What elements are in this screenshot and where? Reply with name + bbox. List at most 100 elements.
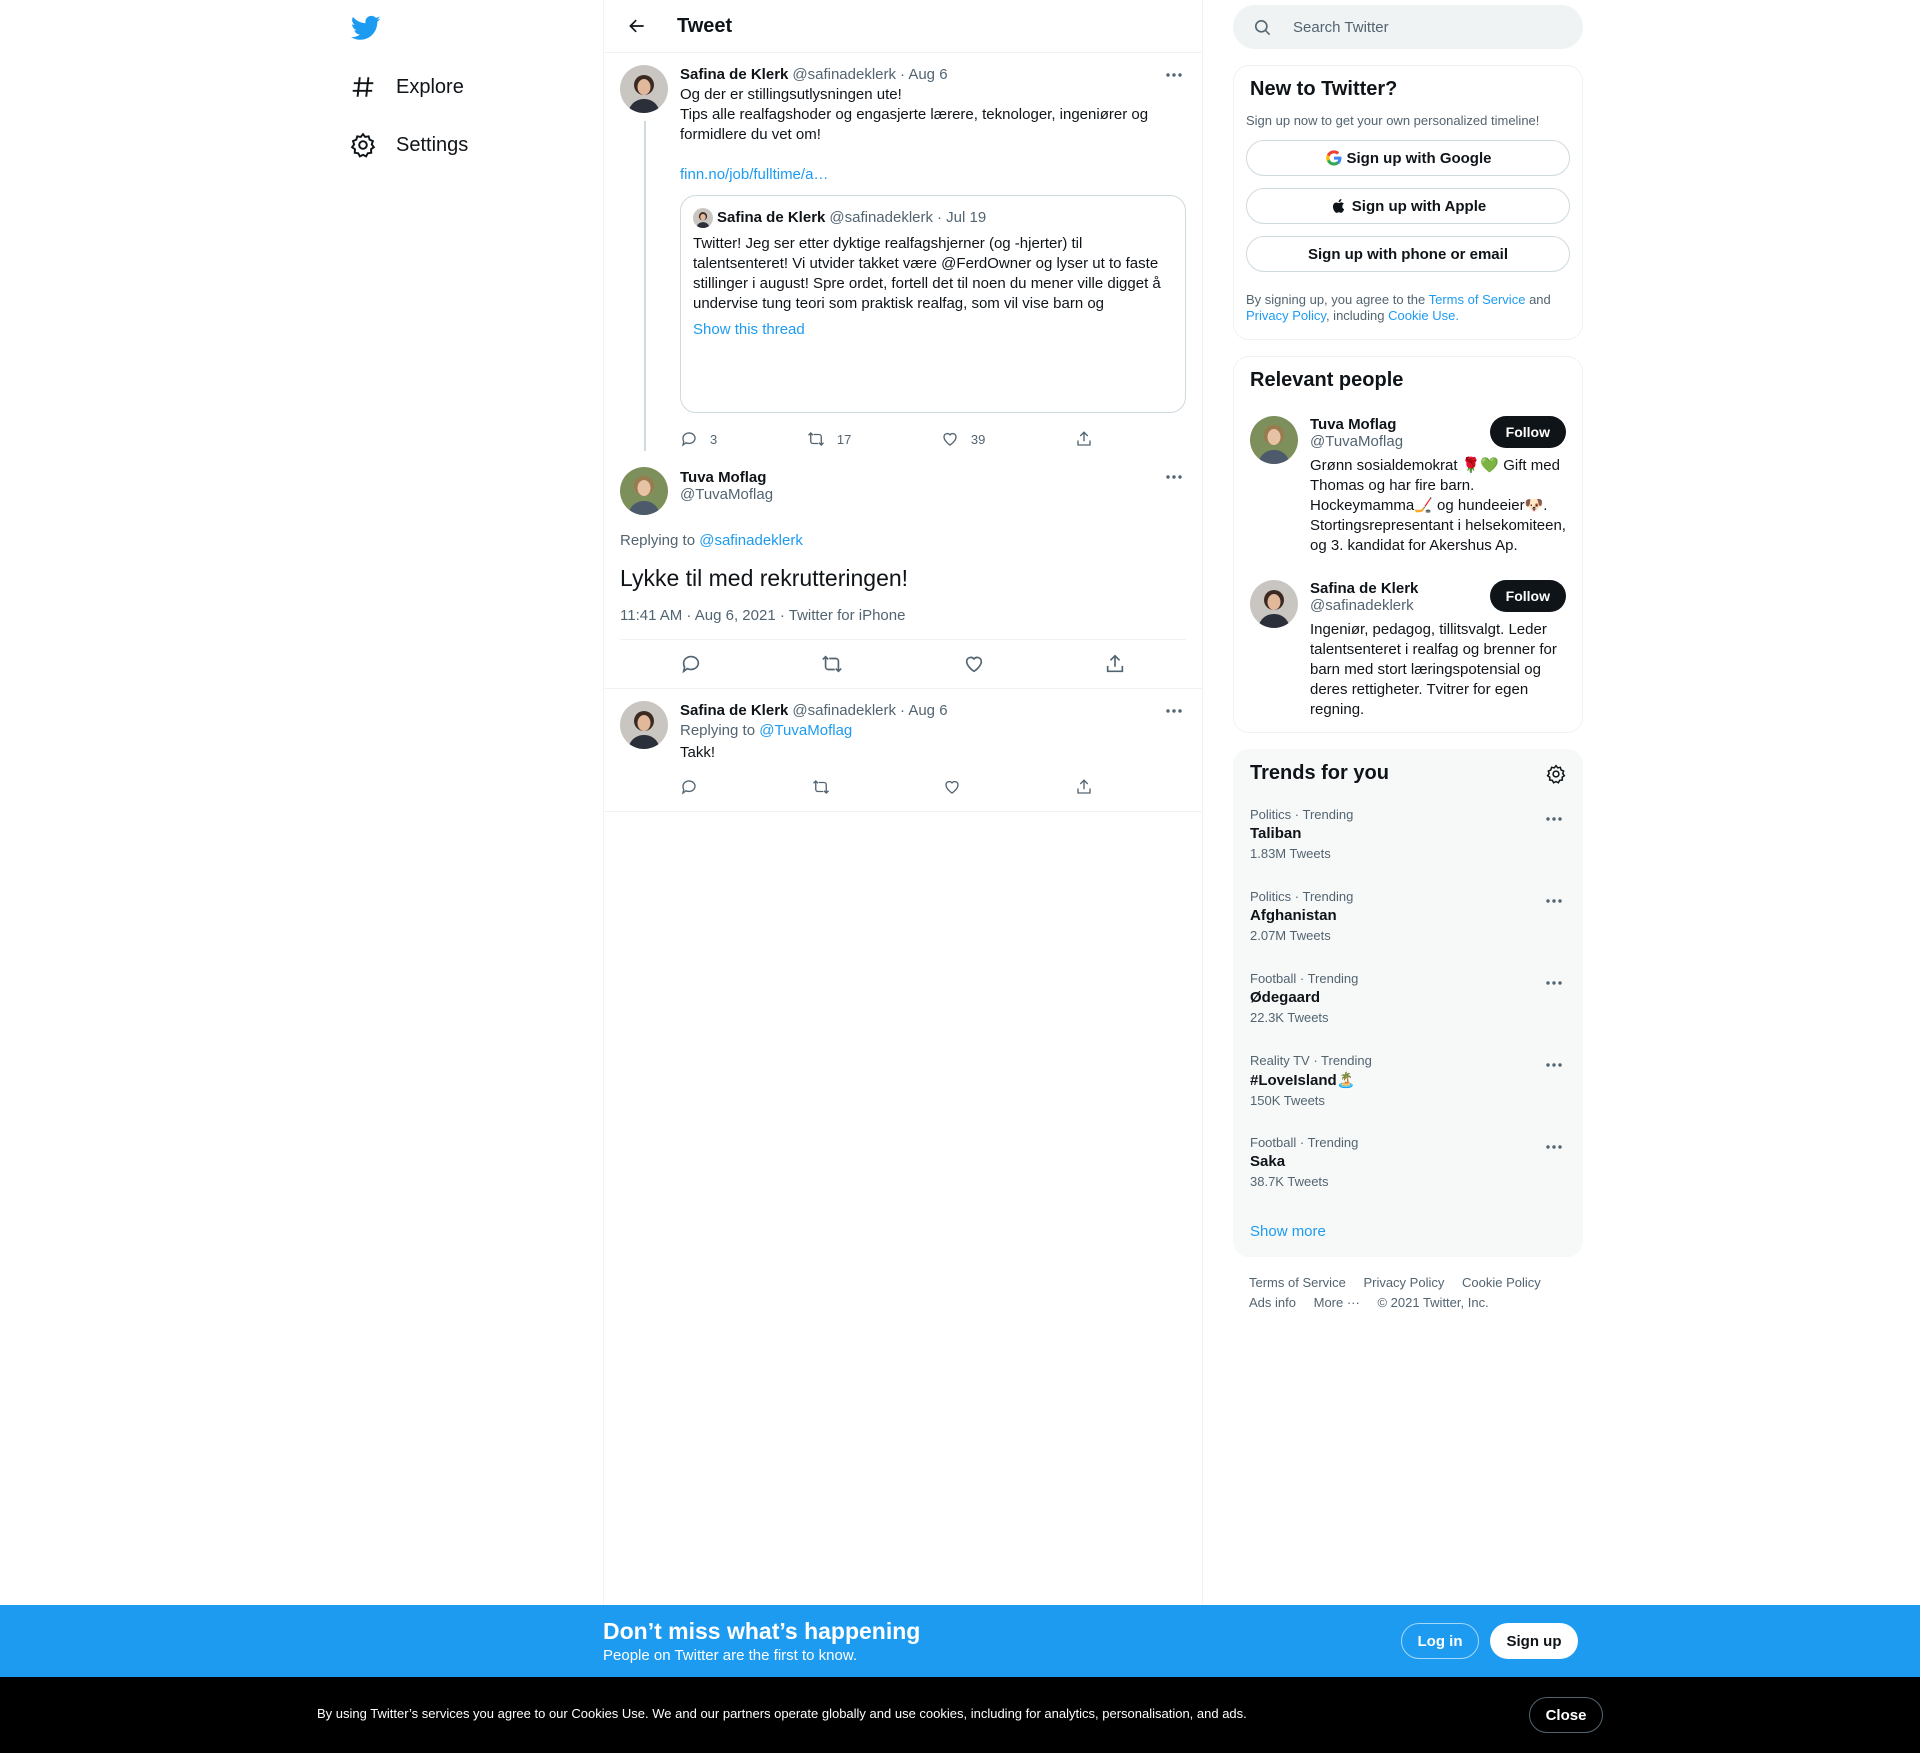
back-button[interactable] — [619, 8, 655, 44]
follow-button[interactable]: Follow — [1489, 416, 1566, 448]
show-more-link[interactable]: Show more — [1234, 1207, 1582, 1256]
thread-line — [644, 121, 646, 451]
reply-button[interactable]: 3 — [680, 430, 717, 448]
retweet-icon[interactable] — [821, 653, 843, 675]
avatar[interactable] — [1250, 416, 1298, 464]
replying-to-handle[interactable]: @TuvaMoflag — [759, 722, 852, 739]
signup-card-title: New to Twitter? — [1250, 78, 1398, 100]
person-bio: Ingeniør, pedagog, tillitsvalgt. Leder t… — [1310, 621, 1557, 718]
quote-text: Twitter! Jeg ser etter dyktige realfagsh… — [693, 235, 1161, 312]
retweet-button[interactable]: 17 — [807, 430, 851, 448]
trend-more-button[interactable] — [1542, 809, 1566, 829]
privacy-link[interactable]: Privacy Policy — [1246, 308, 1326, 323]
nav-settings[interactable]: Settings — [350, 123, 468, 167]
more-options-button[interactable] — [1162, 467, 1186, 487]
login-button[interactable]: Log in — [1401, 1623, 1479, 1659]
share-icon[interactable] — [1104, 653, 1126, 675]
search-box[interactable] — [1233, 5, 1583, 49]
avatar-image-icon — [620, 467, 668, 515]
share-button[interactable] — [1075, 430, 1105, 448]
replying-to-handle[interactable]: @safinadeklerk — [699, 532, 803, 549]
trend-more-button[interactable] — [1542, 891, 1566, 911]
reply-icon — [681, 432, 696, 447]
replying-to: Replying to @TuvaMoflag — [680, 721, 1186, 741]
quoted-tweet[interactable]: Safina de Klerk @safinadeklerk · Jul 19 … — [680, 195, 1186, 413]
person-handle[interactable]: @safinadeklerk — [1310, 597, 1418, 614]
trend-item[interactable]: Reality TV · Trending #LoveIsland🏝️ 150K… — [1234, 1043, 1582, 1125]
focus-tweet-meta[interactable]: 11:41 AM · Aug 6, 2021 · Twitter for iPh… — [620, 607, 1186, 640]
more-options-button[interactable] — [1162, 65, 1186, 85]
trend-item[interactable]: Football · Trending Ødegaard 22.3K Tweet… — [1234, 961, 1582, 1043]
trend-item[interactable]: Politics · Trending Afghanistan 2.07M Tw… — [1234, 879, 1582, 961]
avatar[interactable] — [620, 65, 668, 113]
person-item[interactable]: Tuva Moflag @TuvaMoflag Follow Grønn sos… — [1234, 404, 1582, 568]
avatar[interactable] — [620, 701, 668, 749]
heart-icon[interactable] — [963, 653, 985, 675]
author-handle[interactable]: @safinadeklerk — [792, 65, 896, 85]
retweet-button[interactable] — [812, 778, 842, 796]
more-options-button[interactable] — [1162, 701, 1186, 721]
focus-tweet-text: Lykke til med rekrutteringen! — [620, 565, 909, 591]
retweet-icon — [812, 780, 829, 794]
tweet-text-line2: Tips alle realfagshoder og engasjerte læ… — [680, 106, 1149, 143]
like-button[interactable] — [943, 778, 973, 796]
tweet-link[interactable]: finn.no/job/fulltime/a… — [680, 165, 1186, 185]
footer-more-link[interactable]: More ··· — [1314, 1295, 1360, 1310]
nav-explore[interactable]: Explore — [350, 65, 464, 109]
reply-icon[interactable] — [680, 653, 702, 675]
trend-item[interactable]: Football · Trending Saka 38.7K Tweets — [1234, 1125, 1582, 1207]
replying-to: Replying to @safinadeklerk — [620, 531, 1186, 551]
footer-privacy-link[interactable]: Privacy Policy — [1363, 1275, 1444, 1290]
cookie-link[interactable]: Cookie Use. — [1388, 308, 1459, 323]
footer-links: Terms of Service Privacy Policy Cookie P… — [1233, 1257, 1583, 1329]
twitter-logo-icon[interactable] — [348, 13, 384, 43]
avatar[interactable] — [1250, 580, 1298, 628]
gear-icon[interactable] — [1546, 763, 1566, 784]
trend-more-button[interactable] — [1542, 1055, 1566, 1075]
more-dots-icon — [1546, 1145, 1562, 1149]
footer-cookie-link[interactable]: Cookie Policy — [1462, 1275, 1541, 1290]
signup-google-button[interactable]: Sign up with Google — [1246, 140, 1570, 176]
trend-more-button[interactable] — [1542, 973, 1566, 993]
close-button[interactable]: Close — [1529, 1697, 1603, 1733]
avatar-image-icon — [620, 701, 668, 749]
reply-icon — [681, 780, 696, 795]
author-name[interactable]: Safina de Klerk — [680, 65, 788, 85]
person-name[interactable]: Safina de Klerk — [1310, 580, 1418, 597]
footer-tos-link[interactable]: Terms of Service — [1249, 1275, 1346, 1290]
relevant-people-title: Relevant people — [1250, 369, 1404, 391]
share-icon — [1077, 431, 1091, 446]
thread-tweet[interactable]: Safina de Klerk @safinadeklerk · Aug 6 O… — [604, 53, 1202, 455]
share-button[interactable] — [1075, 778, 1105, 796]
author-name[interactable]: Safina de Klerk — [680, 701, 788, 721]
trends-title: Trends for you — [1250, 762, 1389, 784]
follow-button[interactable]: Follow — [1489, 580, 1566, 612]
reply-tweet[interactable]: Safina de Klerk @safinadeklerk · Aug 6 R… — [604, 689, 1202, 812]
trend-category: Football · Trending — [1250, 971, 1359, 986]
author-handle[interactable]: @safinadeklerk — [792, 701, 896, 721]
person-name[interactable]: Tuva Moflag — [1310, 416, 1403, 433]
show-thread-link[interactable]: Show this thread — [693, 320, 1173, 400]
footer-ads-link[interactable]: Ads info — [1249, 1295, 1296, 1310]
author-handle[interactable]: @TuvaMoflag — [680, 486, 1186, 503]
like-button[interactable]: 39 — [941, 430, 985, 448]
reply-button[interactable] — [680, 778, 710, 796]
tweet-date[interactable]: · Aug 6 — [900, 701, 948, 721]
signup-button[interactable]: Sign up — [1490, 1623, 1578, 1659]
tos-link[interactable]: Terms of Service — [1429, 292, 1526, 307]
person-handle[interactable]: @TuvaMoflag — [1310, 433, 1403, 450]
signup-apple-button[interactable]: Sign up with Apple — [1246, 188, 1570, 224]
trend-more-button[interactable] — [1542, 1137, 1566, 1157]
more-dots-icon — [1166, 475, 1182, 479]
search-input[interactable] — [1293, 18, 1553, 36]
tweet-actions: 3 17 39 — [680, 423, 1105, 455]
trend-item[interactable]: Politics · Trending Taliban 1.83M Tweets — [1234, 797, 1582, 879]
trend-category: Reality TV · Trending — [1250, 1053, 1372, 1068]
trend-count: 150K Tweets — [1250, 1093, 1325, 1108]
tweet-date[interactable]: · Aug 6 — [900, 65, 948, 85]
avatar[interactable] — [620, 467, 668, 515]
signup-phone-button[interactable]: Sign up with phone or email — [1246, 236, 1570, 272]
author-name[interactable]: Tuva Moflag — [680, 469, 1186, 486]
person-bio: Grønn sosialdemokrat 🌹💚 Gift med Thomas … — [1310, 457, 1566, 554]
person-item[interactable]: Safina de Klerk @safinadeklerk Follow In… — [1234, 568, 1582, 732]
